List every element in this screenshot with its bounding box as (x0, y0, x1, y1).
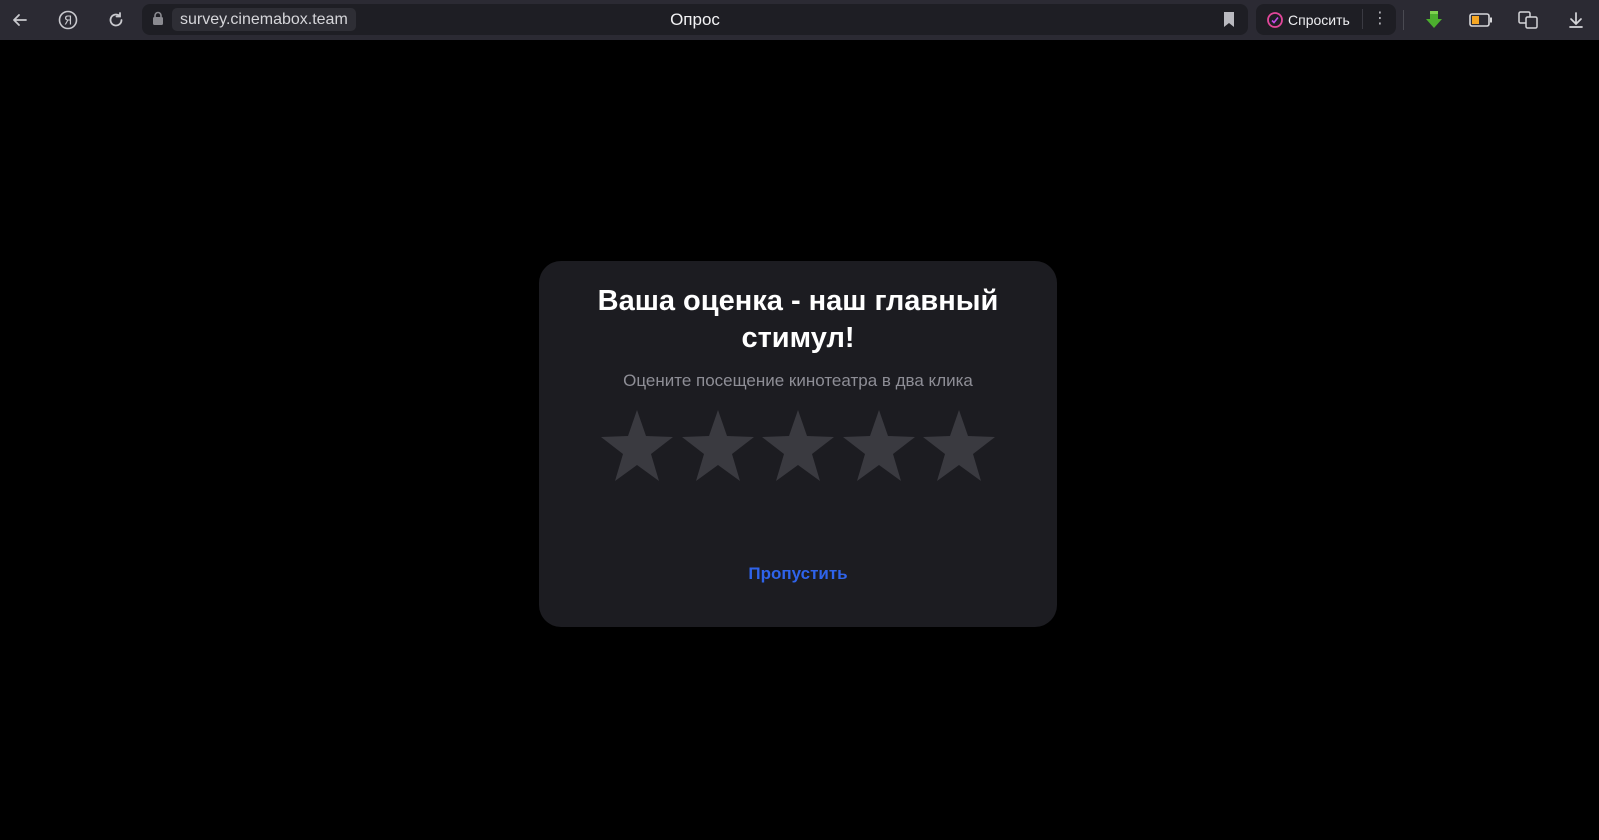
survey-title: Ваша оценка - наш главный стимул! (597, 285, 999, 354)
extension-download-green-icon[interactable] (1421, 7, 1447, 33)
lock-icon (152, 11, 164, 31)
more-vertical-icon[interactable]: ⋮ (1362, 9, 1388, 29)
toolbar-divider (1403, 10, 1404, 30)
survey-card: Ваша оценка - наш главный стимул! Оценит… (539, 261, 1057, 627)
skip-link[interactable]: Пропустить (539, 563, 1057, 585)
address-bar[interactable]: survey.cinemabox.team Опрос (142, 4, 1248, 35)
star-icon-1[interactable] (601, 408, 673, 484)
translate-icon[interactable] (1515, 7, 1541, 33)
svg-text:Я: Я (64, 14, 72, 28)
star-icon-2[interactable] (681, 408, 754, 484)
ask-label: Спросить (1288, 11, 1350, 28)
star-icon-4[interactable] (842, 408, 915, 484)
back-arrow-icon[interactable] (7, 7, 33, 33)
yandex-logo-icon[interactable]: Я (55, 7, 81, 33)
battery-saver-icon[interactable] (1468, 7, 1494, 33)
star-icon-3[interactable] (762, 408, 834, 484)
ask-button[interactable]: Спросить ⋮ (1256, 4, 1396, 35)
star-rating (601, 408, 995, 488)
reload-icon[interactable] (103, 7, 129, 33)
url-text[interactable]: survey.cinemabox.team (172, 8, 356, 31)
star-icon-5[interactable] (923, 408, 995, 484)
ask-ai-icon (1267, 11, 1283, 28)
survey-subtitle: Оцените посещение кинотеатра в два клика (623, 371, 973, 390)
bookmark-icon[interactable] (1222, 11, 1236, 33)
downloads-icon[interactable] (1563, 7, 1589, 33)
browser-toolbar: Я survey.cinemabox.team Опрос Спросить ⋮ (0, 0, 1599, 40)
